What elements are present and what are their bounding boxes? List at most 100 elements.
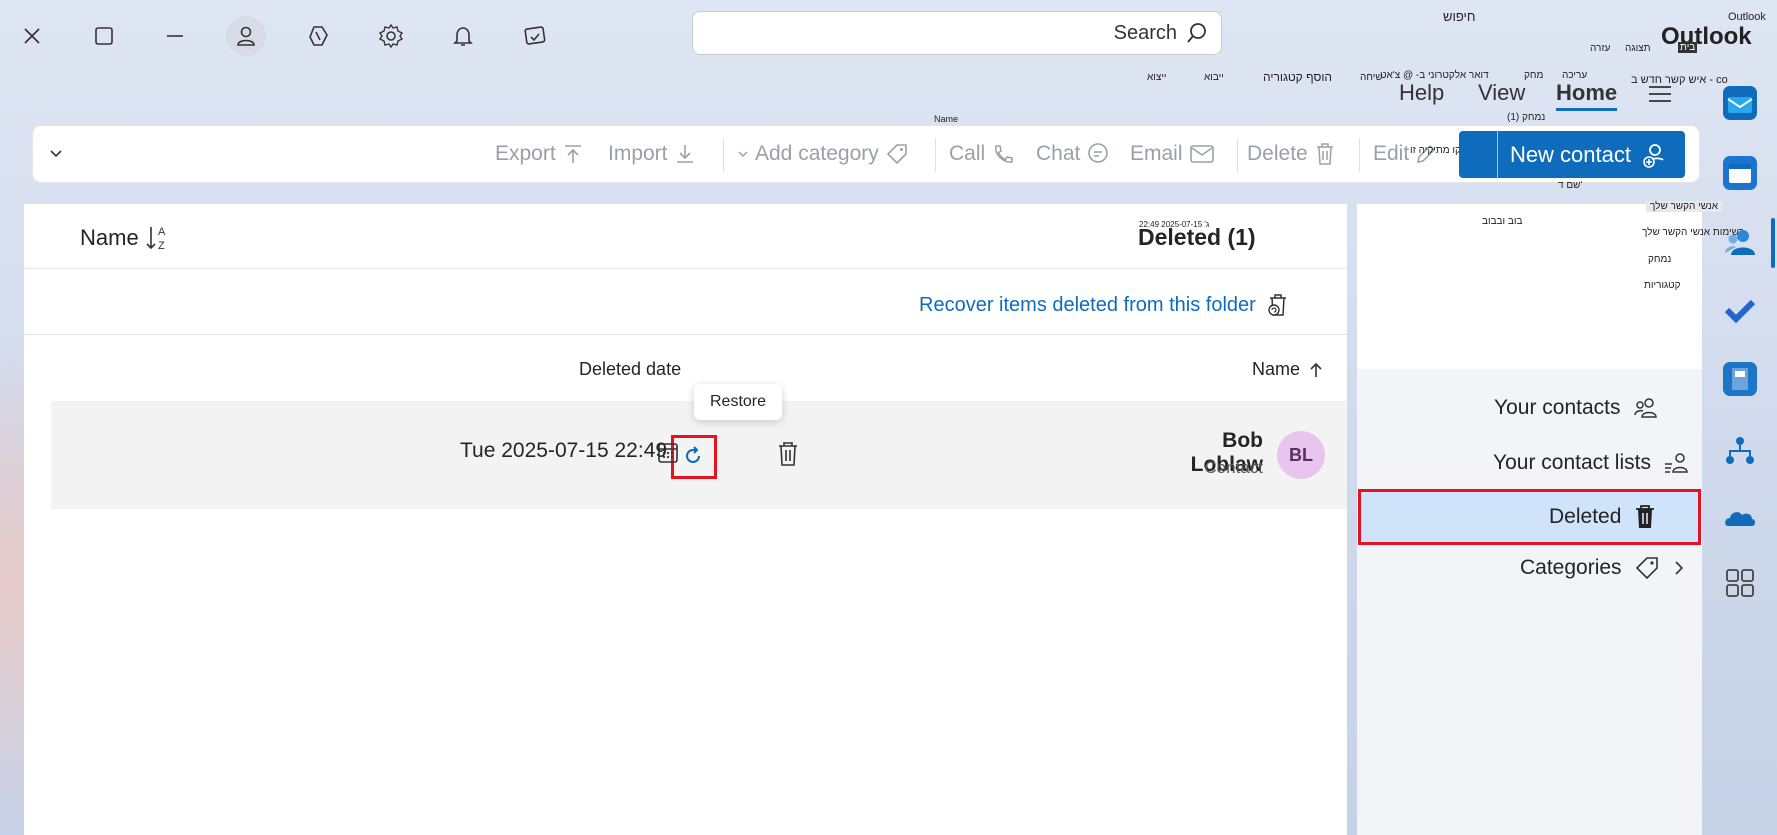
mail-app-icon[interactable] [1723, 86, 1757, 120]
calendar-app-icon[interactable] [1723, 156, 1757, 190]
nav-your-contacts-label: Your contacts [1494, 396, 1621, 419]
account-avatar [226, 16, 266, 56]
avatar: BL [1277, 431, 1325, 479]
chevron-down-icon [738, 151, 748, 157]
nav-your-contact-lists[interactable]: Your contact lists [1493, 451, 1691, 475]
search-box[interactable]: Search [692, 11, 1222, 55]
trash-icon [1316, 143, 1333, 165]
trash-icon [1636, 505, 1655, 528]
column-deleted-date[interactable]: Deleted date [579, 359, 681, 380]
sort-button[interactable]: Name AZ [80, 224, 171, 252]
nav-categories-label: Categories [1520, 556, 1622, 579]
settings-button[interactable] [369, 14, 413, 58]
minimize-button[interactable] [153, 14, 197, 58]
restore-icon [686, 446, 700, 463]
tab-view[interactable]: View [1478, 80, 1525, 106]
nav-categories[interactable]: Categories [1520, 555, 1686, 581]
tab-home[interactable]: Home [1556, 80, 1618, 111]
tag-icon [886, 144, 907, 165]
chat-icon [1088, 143, 1109, 163]
call-button[interactable]: Call [949, 142, 1013, 166]
divider [24, 268, 1347, 269]
minimize-icon [167, 35, 183, 37]
phone-icon [995, 145, 1013, 163]
call-label: Call [949, 142, 986, 165]
name-tooltip-hebrew: Name [934, 114, 959, 124]
app-brand: Outlook [1661, 23, 1752, 50]
nav-preview-area: אנשי הקשר שלך בוב ובבוב רשימות אנשי הקשר… [1357, 201, 1744, 369]
recover-link-label: Recover items deleted from this folder [919, 293, 1256, 316]
copilot-button[interactable] [297, 14, 341, 58]
search-icon [1187, 23, 1206, 43]
nav-hebrew-bob: בוב ובבוב [1482, 216, 1523, 227]
export-label: Export [495, 142, 556, 165]
upload-icon [564, 145, 581, 163]
recover-items-link[interactable]: Recover items deleted from this folder [919, 292, 1292, 318]
maximize-button[interactable] [82, 14, 126, 58]
help-hebrew-tab[interactable]: עזרה [1590, 43, 1610, 54]
divider [24, 334, 1347, 335]
chat-button[interactable]: Chat [1036, 142, 1110, 166]
export-button[interactable]: Export [495, 142, 584, 166]
todo-app-icon[interactable] [1723, 293, 1757, 327]
deleted-count-hebrew: נמחק (1) [1507, 112, 1546, 123]
edit-label: Edit [1373, 142, 1410, 165]
sort-label: Name [80, 225, 139, 250]
import-hebrew: ייבוא [1204, 72, 1224, 83]
calendar-check-icon [524, 26, 546, 45]
ribbon-separator [1359, 138, 1360, 172]
column-name[interactable]: Name [1252, 359, 1324, 380]
trash-icon [779, 442, 797, 466]
email-button[interactable]: Email [1130, 142, 1215, 166]
nav-deleted[interactable]: Deleted [1358, 489, 1701, 545]
delete-label: Delete [1247, 142, 1308, 165]
new-contact-button[interactable]: New contact [1459, 131, 1685, 178]
person-add-icon [1643, 143, 1664, 168]
gear-icon [378, 23, 404, 49]
nav-deleted-label: Deleted [1549, 505, 1622, 528]
nav-contact-lists-label: Your contact lists [1493, 451, 1651, 474]
hamburger-menu-button[interactable] [1647, 84, 1673, 104]
nav-hebrew-categories: קטגוריות [1644, 280, 1681, 291]
sort-hint-hebrew: שם ד' [1558, 180, 1583, 191]
bell-icon [453, 27, 473, 46]
delete-button[interactable]: Delete [1247, 142, 1336, 166]
chat-label: Chat [1036, 142, 1081, 165]
arrow-up-icon [1310, 362, 1322, 377]
view-hebrew-tab[interactable]: תצוגה [1625, 43, 1651, 54]
notifications-button[interactable] [441, 14, 485, 58]
restore-tooltip: Restore [694, 384, 783, 420]
nav-deleted-content: Deleted [1549, 504, 1657, 530]
tab-help[interactable]: Help [1399, 80, 1444, 106]
my-day-button[interactable] [513, 14, 557, 58]
chevron-right-icon[interactable] [1672, 560, 1686, 576]
account-button[interactable] [224, 14, 268, 58]
new-contact-label: New contact [1509, 141, 1631, 167]
nav-your-contacts[interactable]: Your contacts [1494, 396, 1660, 420]
delete-row-button[interactable] [776, 441, 800, 467]
call-hebrew: שיחה [1360, 72, 1383, 83]
download-icon [676, 145, 693, 163]
more-apps-icon[interactable] [1723, 566, 1757, 600]
people-app-icon[interactable] [1723, 225, 1757, 259]
onedrive-app-icon[interactable] [1723, 501, 1757, 535]
import-label: Import [608, 142, 668, 165]
home-hebrew-tab: בית [1678, 42, 1698, 53]
contact-list-pane: Name AZ Deleted (1) ג' 2025-07-15 22:49 … [24, 204, 1347, 835]
deleted-date-value: Tue 2025-07-15 22:49 [460, 439, 668, 462]
ribbon-separator [935, 138, 936, 172]
search-input[interactable]: Search [1114, 22, 1177, 45]
close-button[interactable] [10, 14, 54, 58]
svg-text:A: A [158, 226, 166, 238]
files-app-icon[interactable] [1723, 362, 1757, 396]
add-category-button[interactable]: Add category [737, 142, 909, 166]
search-hebrew-label: חיפוש [1443, 9, 1476, 24]
hamburger-icon [1649, 86, 1671, 102]
ribbon-expand-button[interactable] [49, 146, 63, 160]
add-category-hebrew: הוסף קטגוריה [1263, 70, 1333, 84]
add-category-label: Add category [755, 142, 879, 165]
import-button[interactable]: Import [608, 142, 696, 166]
org-app-icon[interactable] [1723, 433, 1757, 467]
ribbon-separator [723, 138, 724, 172]
app-brand-small: Outlook [1728, 11, 1766, 23]
